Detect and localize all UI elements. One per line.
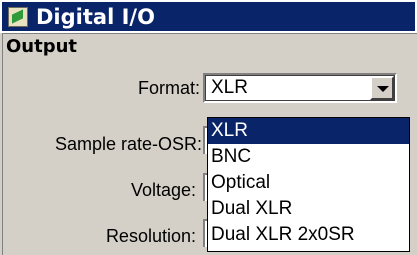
app-icon: [8, 6, 28, 27]
format-label: Format:: [137, 78, 200, 98]
resolution-label: Resolution:: [105, 226, 196, 246]
sample-rate-label: Sample rate-OSR:: [54, 134, 202, 154]
title-bar[interactable]: Digital I/O: [0, 0, 417, 33]
output-section-label: Output: [6, 36, 78, 57]
chevron-down-icon: [377, 86, 389, 92]
option-bnc[interactable]: BNC: [208, 144, 409, 170]
format-dropdown-list[interactable]: XLR BNC Optical Dual XLR Dual XLR 2x0SR: [207, 117, 410, 252]
window-title: Digital I/O: [36, 4, 155, 29]
format-value: XLR: [211, 77, 248, 98]
format-combobox[interactable]: XLR: [203, 73, 397, 103]
option-dual-xlr-2x0sr[interactable]: Dual XLR 2x0SR: [208, 222, 409, 248]
option-xlr[interactable]: XLR: [208, 118, 409, 144]
voltage-label: Voltage:: [130, 180, 196, 200]
dropdown-button[interactable]: [370, 76, 394, 100]
option-optical[interactable]: Optical: [208, 170, 409, 196]
option-dual-xlr[interactable]: Dual XLR: [208, 196, 409, 222]
